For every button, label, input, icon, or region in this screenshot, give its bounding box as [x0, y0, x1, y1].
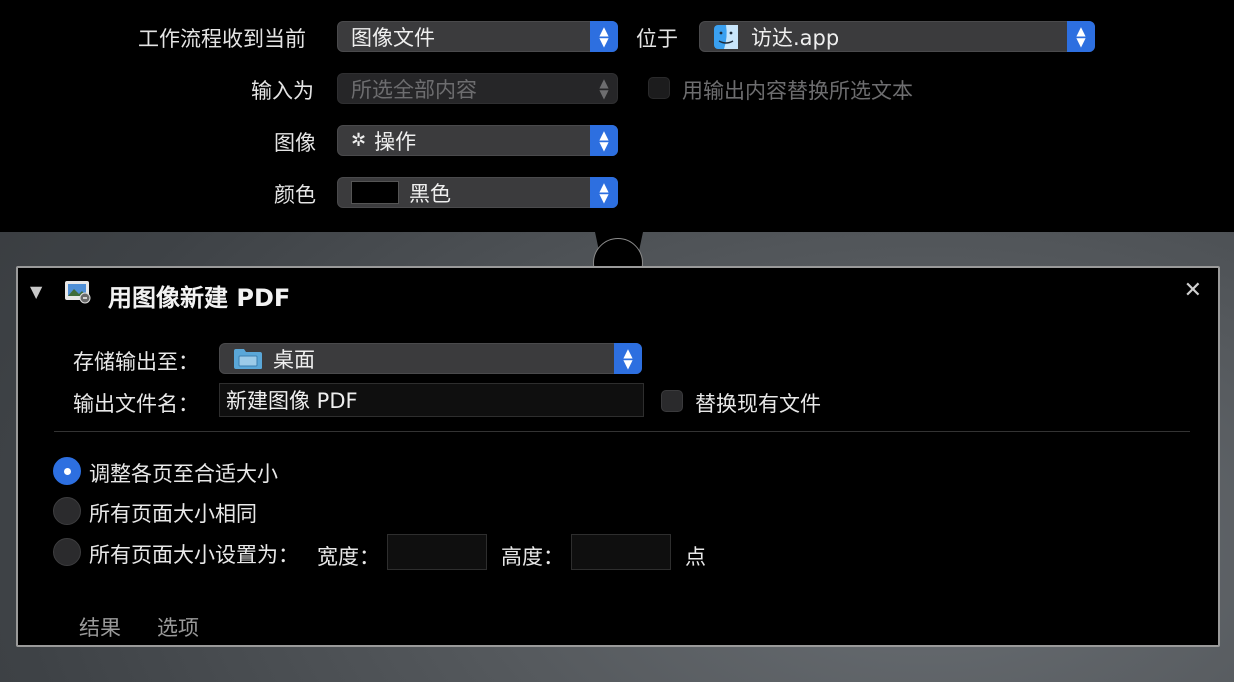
height-label: 高度： [501, 545, 564, 569]
chevron-updown-icon: ▲ ▼ [590, 21, 618, 52]
application-value: 访达.app [751, 25, 840, 50]
image-popup[interactable]: ✲ 操作 ▲ ▼ [337, 125, 618, 156]
chevron-updown-icon: ▲ ▼ [590, 177, 618, 208]
receives-value: 图像文件 [351, 25, 435, 50]
color-popup[interactable]: 黑色 ▲ ▼ [337, 177, 618, 208]
replace-existing-label: 替换现有文件 [695, 392, 821, 416]
replace-selected-label: 用输出内容替换所选文本 [682, 79, 913, 103]
image-label: 图像 [274, 131, 316, 155]
workflow-header: 工作流程收到当前 图像文件 ▲ ▼ 位于 访达.app ▲ ▼ 输入为 所选全部内容… [0, 0, 1234, 232]
option-fit-pages-label: 调整各页至合适大小 [89, 462, 278, 486]
filename-field[interactable]: 新建图像 PDF [219, 383, 644, 417]
radio-fit-pages[interactable] [53, 457, 81, 485]
close-icon[interactable]: ✕ [1184, 278, 1202, 303]
option-set-size-label: 所有页面大小设置为： [89, 543, 299, 567]
tab-options[interactable]: 选项 [157, 612, 199, 642]
image-value: 操作 [374, 129, 417, 154]
save-to-value: 桌面 [273, 347, 315, 372]
gear-icon: ✲ [351, 130, 367, 151]
receives-label: 工作流程收到当前 [138, 27, 306, 51]
input-label: 输入为 [251, 79, 314, 103]
replace-existing-checkbox[interactable] [661, 390, 683, 412]
input-popup[interactable]: 所选全部内容 ▲ ▼ [337, 73, 618, 104]
disclosure-triangle-icon[interactable]: ▼ [30, 282, 42, 301]
filename-label: 输出文件名： [73, 392, 199, 416]
save-to-popup[interactable]: 桌面 ▲ ▼ [219, 343, 642, 374]
application-popup[interactable]: 访达.app ▲ ▼ [699, 21, 1095, 52]
color-value: 黑色 [409, 181, 451, 206]
radio-set-size[interactable] [53, 538, 81, 566]
finder-icon [714, 24, 738, 49]
width-label: 宽度： [317, 545, 380, 569]
in-label: 位于 [636, 27, 678, 51]
action-title: 用图像新建 PDF [108, 284, 291, 312]
chevron-updown-icon: ▲ ▼ [1067, 21, 1095, 52]
chevron-updown-icon: ▲ ▼ [599, 75, 609, 101]
height-field[interactable] [571, 534, 671, 570]
radio-same-size[interactable] [53, 497, 81, 525]
chevron-updown-icon: ▲ ▼ [614, 343, 642, 374]
replace-selected-checkbox[interactable] [648, 77, 670, 99]
color-swatch [351, 181, 399, 204]
tab-results[interactable]: 结果 [79, 612, 121, 642]
unit-label: 点 [685, 545, 706, 569]
input-value: 所选全部内容 [351, 77, 477, 102]
divider [54, 431, 1190, 432]
option-same-size-label: 所有页面大小相同 [89, 502, 257, 526]
filename-value: 新建图像 PDF [226, 389, 358, 413]
width-field[interactable] [387, 534, 487, 570]
action-panel: ▼ 用图像新建 PDF ✕ 存储输出至： 桌面 ▲ ▼ 输出文件名： 新建图像 P… [16, 266, 1220, 647]
chevron-updown-icon: ▲ ▼ [590, 125, 618, 156]
color-label: 颜色 [274, 183, 316, 207]
save-to-label: 存储输出至： [73, 350, 199, 374]
preview-app-icon [65, 281, 91, 304]
folder-icon [234, 348, 262, 369]
receives-popup[interactable]: 图像文件 ▲ ▼ [337, 21, 618, 52]
